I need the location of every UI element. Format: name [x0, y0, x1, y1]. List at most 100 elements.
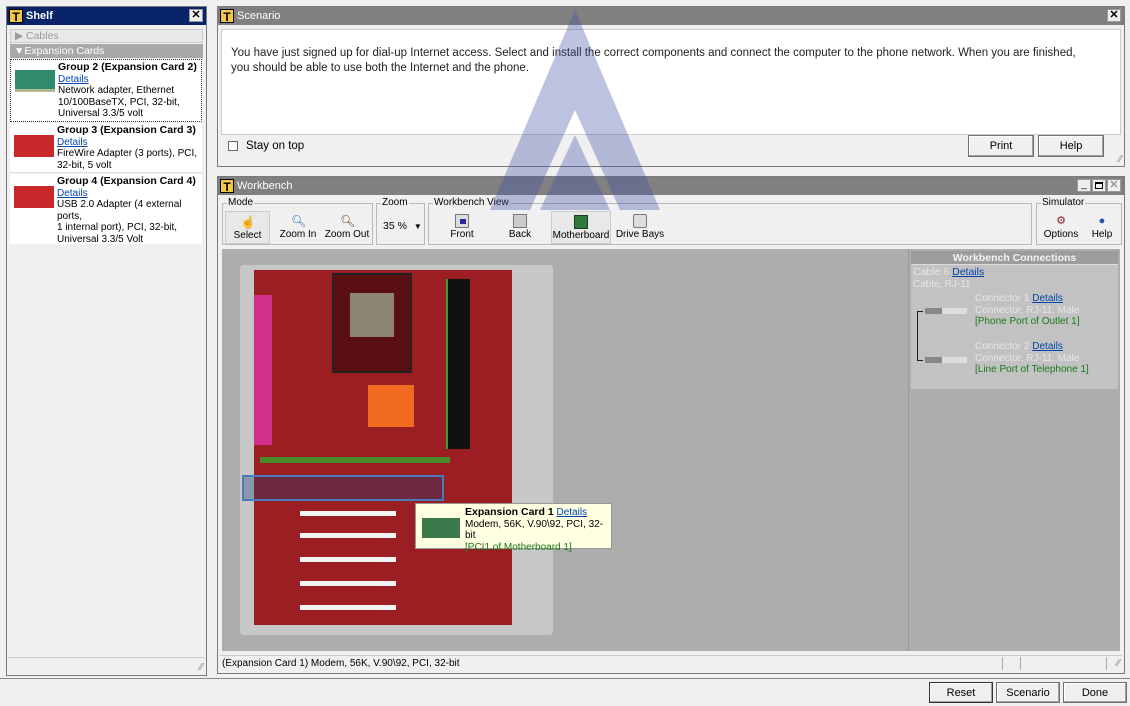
- workbench-view-group: Workbench View Front Back Motherboard Dr…: [428, 197, 1032, 245]
- drive-bays-view-button[interactable]: Drive Bays: [615, 214, 665, 240]
- collapse-arrow-icon: ▼: [14, 45, 25, 57]
- pci-slot[interactable]: [300, 605, 396, 610]
- shelf-panel: T Shelf ✕ ▶ Cables ▼Expansion Cards Grou…: [6, 6, 207, 676]
- item-description: FireWire Adapter (3 ports), PCI,: [57, 148, 198, 159]
- checkbox-icon[interactable]: [228, 141, 238, 151]
- tool-label: Options: [1043, 229, 1079, 240]
- maximize-button[interactable]: [1092, 179, 1106, 192]
- stay-on-top-checkbox[interactable]: Stay on top: [228, 140, 304, 152]
- mode-group: Mode ☝ Select 🔍︎ Zoom In 🔍︎ Zoom Out: [222, 197, 373, 245]
- cable-details-link[interactable]: Details: [952, 266, 984, 278]
- simulator-help-button[interactable]: ● Help: [1085, 214, 1119, 240]
- pci-slot[interactable]: [300, 533, 396, 538]
- chipset-heatsink: [368, 385, 414, 427]
- zoom-in-button[interactable]: 🔍︎ Zoom In: [275, 214, 321, 240]
- pci-slot[interactable]: [300, 511, 396, 516]
- resize-grip-icon[interactable]: ⁄⁄: [1117, 656, 1120, 672]
- app-logo-icon: T: [9, 9, 23, 24]
- pci-slot[interactable]: [300, 557, 396, 562]
- scenario-close-button[interactable]: ✕: [1107, 9, 1121, 22]
- ram-slots: [446, 279, 470, 449]
- workbench-connections-panel: Workbench Connections Cable 6 Details Ca…: [908, 249, 1120, 651]
- network-card-thumbnail: [15, 70, 55, 92]
- resize-grip-icon[interactable]: ⁄⁄: [1119, 154, 1122, 165]
- component-tooltip: Expansion Card 1 Details Modem, 56K, V.9…: [415, 503, 612, 553]
- workbench-close-button[interactable]: ✕: [1107, 179, 1121, 192]
- rj11-plug-icon: [925, 357, 967, 363]
- motherboard-icon: [574, 215, 588, 229]
- workbench-panel: T Workbench _ ✕ Mode ☝ Select 🔍︎ Zoom In…: [217, 176, 1125, 674]
- simulator-group: Simulator ⚙ Options ● Help: [1036, 197, 1122, 245]
- shelf-section-expansion-cards[interactable]: ▼Expansion Cards: [10, 44, 203, 58]
- tool-label: Front: [450, 229, 474, 240]
- zoom-out-icon: 🔍︎: [340, 214, 356, 228]
- tooltip-details-link[interactable]: Details: [556, 507, 587, 518]
- item-description: 1 internal port), PCI, 32-bit,: [57, 222, 178, 233]
- tool-label: Help: [1091, 229, 1113, 240]
- computer-front-icon: [455, 214, 469, 228]
- workbench-canvas[interactable]: Expansion Card 1 Details Modem, 56K, V.9…: [222, 249, 908, 651]
- zoom-in-icon: 🔍︎: [291, 214, 307, 228]
- item-description: 32-bit, 5 volt: [57, 159, 112, 171]
- print-button[interactable]: Print: [968, 135, 1034, 157]
- front-view-button[interactable]: Front: [439, 214, 485, 240]
- scenario-button[interactable]: Scenario: [996, 682, 1060, 703]
- status-text: (Expansion Card 1) Modem, 56K, V.90\92, …: [222, 658, 460, 669]
- done-button[interactable]: Done: [1063, 682, 1127, 703]
- workbench-titlebar: T Workbench _ ✕: [218, 177, 1124, 195]
- scenario-help-button[interactable]: Help: [1038, 135, 1104, 157]
- cable-diagram-icon: [917, 311, 923, 361]
- zoom-dropdown[interactable]: 35 % ▼: [383, 220, 422, 232]
- connector-name: Connector 2: [975, 341, 1030, 352]
- shelf-item-card-4[interactable]: Group 4 (Expansion Card 4) Details USB 2…: [10, 174, 202, 245]
- tool-label: Zoom Out: [324, 229, 370, 240]
- scenario-panel: T Scenario ✕ You have just signed up for…: [217, 6, 1125, 167]
- motherboard-view-button[interactable]: Motherboard: [551, 211, 611, 244]
- drive-bays-icon: [633, 214, 647, 228]
- details-link[interactable]: Details: [57, 137, 197, 149]
- details-link[interactable]: Details: [57, 188, 202, 200]
- options-icon: ⚙: [1056, 215, 1066, 227]
- firewire-card-thumbnail: [14, 135, 54, 157]
- connector-target: [Phone Port of Outlet 1]: [975, 316, 1080, 327]
- rj11-plug-icon: [925, 308, 967, 314]
- resize-grip-icon[interactable]: ⁄⁄: [200, 662, 203, 673]
- app-logo-icon: T: [220, 179, 234, 194]
- connector-type: Connector, RJ-11, Male: [975, 304, 1080, 316]
- shelf-item-card-3[interactable]: Group 3 (Expansion Card 3) Details FireW…: [10, 123, 202, 173]
- io-panel: [254, 295, 272, 445]
- zoom-group: Zoom 35 % ▼: [376, 197, 425, 245]
- scenario-text-area: You have just signed up for dial-up Inte…: [221, 29, 1121, 135]
- modem-card-thumbnail: [422, 518, 460, 538]
- back-view-button[interactable]: Back: [497, 214, 543, 240]
- pci-slot[interactable]: [300, 581, 396, 586]
- reset-button[interactable]: Reset: [929, 682, 993, 703]
- zoom-out-button[interactable]: 🔍︎ Zoom Out: [323, 214, 371, 240]
- tooltip-description: Modem, 56K, V.90\92, PCI, 32-bit: [465, 518, 604, 542]
- connector-details-link[interactable]: Details: [1032, 341, 1063, 352]
- shelf-section-cables[interactable]: ▶ Cables: [10, 29, 203, 43]
- cpu-socket: [332, 273, 412, 373]
- options-button[interactable]: ⚙ Options: [1041, 214, 1081, 240]
- cable-type: Cable, RJ-11: [913, 278, 971, 290]
- motherboard-image[interactable]: [240, 265, 553, 635]
- cable-name: Cable 6: [913, 266, 950, 278]
- tooltip-location: [PCI1 of Motherboard 1]: [465, 541, 572, 553]
- agp-slot: [260, 457, 450, 463]
- tool-label: Back: [508, 229, 532, 240]
- installed-modem-card-highlight[interactable]: [242, 475, 444, 501]
- item-description: Universal 3.3/5 Volt: [57, 233, 144, 245]
- shelf-close-button[interactable]: ✕: [189, 9, 203, 22]
- details-link[interactable]: Details: [58, 74, 197, 86]
- connections-title: Workbench Connections: [911, 251, 1118, 265]
- shelf-item-card-2[interactable]: Group 2 (Expansion Card 2) Details Netwo…: [10, 59, 202, 122]
- connector-name: Connector 1: [975, 293, 1030, 304]
- connector-details-link[interactable]: Details: [1032, 293, 1063, 304]
- zoom-value: 35 %: [383, 220, 407, 232]
- tool-label: Select: [233, 230, 262, 241]
- expand-arrow-icon: ▶: [15, 30, 24, 42]
- minimize-button[interactable]: _: [1077, 179, 1091, 192]
- select-tool-button[interactable]: ☝ Select: [225, 211, 270, 244]
- workbench-status-bar: (Expansion Card 1) Modem, 56K, V.90\92, …: [220, 655, 1122, 671]
- hand-pointer-icon: ☝: [240, 215, 256, 229]
